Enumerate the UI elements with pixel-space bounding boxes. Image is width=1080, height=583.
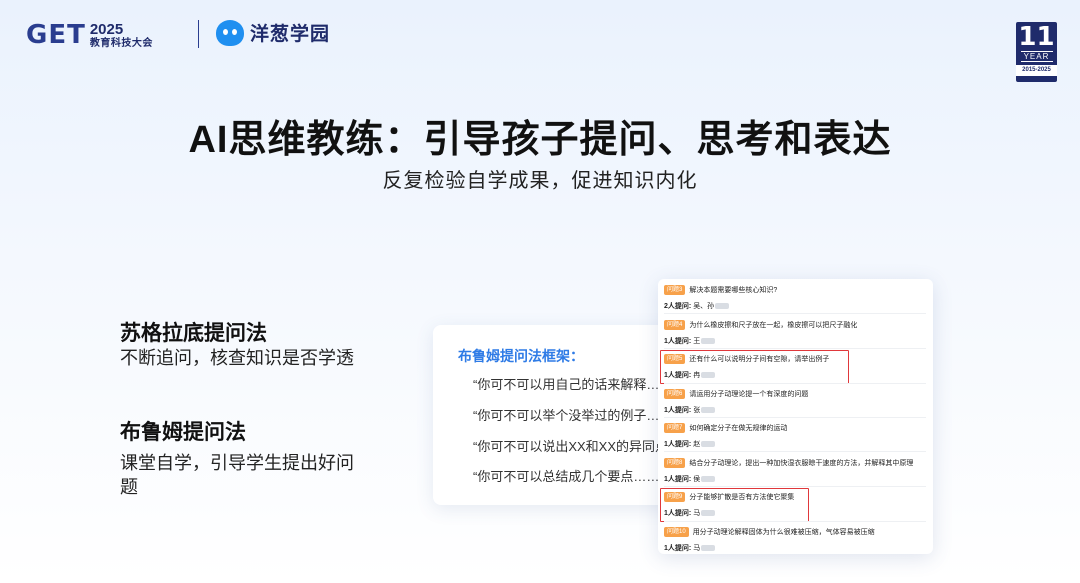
student-questions-panel: 问题3 解决本题需要哪些核心知识? 2人提问: 吴、孙 问题4 为什么橡皮擦和尺子放… [658, 279, 933, 554]
divider [664, 521, 926, 522]
anniversary-badge: 11 YEAR 2015-2025 [1016, 22, 1057, 82]
question-item[interactable]: 问题10 用分子动理论解释固体为什么很难被压缩，气体容易被压缩 1人提问: 马 [664, 527, 926, 553]
question-text: 为什么橡皮擦和尺子放在一起，橡皮擦可以把尺子融化 [689, 322, 858, 329]
page-title: AI思维教练：引导孩子提问、思考和表达 [188, 119, 892, 161]
question-tag: 问题10 [664, 527, 689, 537]
page-subtitle: 反复检验自学成果，促进知识内化 [382, 170, 698, 192]
redacted-name [701, 545, 716, 552]
question-item[interactable]: 问题8 结合分子动理论，提出一种加快湿衣服晾干速度的方法，并解释其中原理 1人提问… [664, 458, 926, 484]
question-text: 请运用分子动理论提一个有深度的问题 [689, 391, 809, 398]
question-text: 结合分子动理论，提出一种加快湿衣服晾干速度的方法，并解释其中原理 [689, 460, 914, 467]
redacted-name [701, 338, 716, 345]
get-logo: GET 2025 教育科技大会 [26, 18, 186, 52]
bloom-framework-title: 布鲁姆提问法框架： [458, 348, 584, 364]
question-tag: 问题7 [664, 423, 686, 433]
badge-number: 11 [1018, 22, 1055, 52]
divider [664, 451, 926, 452]
asker-names: 王 [693, 338, 701, 345]
badge-range: 2015-2025 [1016, 65, 1057, 76]
partner-name: 洋葱学园 [250, 24, 331, 45]
asker-count: 1人提问: [664, 338, 692, 345]
method-desc-socratic: 不断追问，核查知识是否学透 [120, 348, 354, 368]
asker-names: 马 [693, 545, 701, 552]
question-tag: 问题8 [664, 458, 686, 468]
question-text: 如何确定分子在做无规律的运动 [689, 425, 788, 432]
divider [664, 417, 926, 418]
question-item[interactable]: 问题4 为什么橡皮擦和尺子放在一起，橡皮擦可以把尺子融化 1人提问: 王 [664, 320, 926, 346]
question-text: 用分子动理论解释固体为什么很难被压缩，气体容易被压缩 [692, 529, 875, 536]
redacted-name [715, 303, 730, 310]
bloom-question: “你可不可以总结成几个要点…… [473, 469, 660, 484]
badge-label: YEAR [1020, 51, 1053, 62]
redacted-name [701, 476, 716, 483]
highlight-box [660, 488, 809, 522]
question-tag: 问题4 [664, 320, 686, 330]
method-title-socratic: 苏格拉底提问法 [120, 322, 267, 345]
get-logo-year: 2025 [89, 20, 124, 38]
question-item[interactable]: 问题3 解决本题需要哪些核心知识? 2人提问: 吴、孙 [664, 285, 926, 311]
divider [664, 348, 926, 349]
redacted-name [701, 407, 716, 414]
asker-names: 吴、孙 [693, 303, 715, 310]
asker-count: 2人提问: [664, 303, 692, 310]
highlight-box [660, 350, 849, 384]
partner-logo: 洋葱学园 [216, 19, 330, 46]
asker-count: 1人提问: [664, 545, 692, 552]
get-logo-letters: GET [26, 20, 86, 50]
question-tag: 问题6 [664, 389, 686, 399]
question-tag: 问题3 [664, 285, 686, 295]
question-item[interactable]: 问题7 如何确定分子在做无规律的运动 1人提问: 赵 [664, 423, 926, 449]
asker-count: 1人提问: [664, 441, 692, 448]
question-item[interactable]: 问题6 请运用分子动理论提一个有深度的问题 1人提问: 张 [664, 389, 926, 415]
get-logo-subtitle: 教育科技大会 [89, 37, 153, 49]
logo-divider [198, 20, 199, 48]
onion-mascot-icon [216, 19, 244, 46]
asker-names: 张 [693, 407, 701, 414]
bloom-question: “你可不可以用自己的话来解释…… [473, 377, 673, 392]
asker-count: 1人提问: [664, 407, 692, 414]
method-title-bloom: 布鲁姆提问法 [120, 421, 246, 444]
method-desc-bloom: 课堂自学，引导学生提出好问题 [120, 453, 354, 497]
divider [664, 313, 926, 314]
redacted-name [701, 441, 716, 448]
divider [664, 383, 926, 384]
asker-names: 侯 [693, 476, 701, 483]
divider [664, 486, 926, 487]
asker-count: 1人提问: [664, 476, 692, 483]
question-text: 解决本题需要哪些核心知识? [689, 287, 778, 294]
bloom-question: “你可不可以举个没举过的例子…… [473, 408, 673, 423]
asker-names: 赵 [693, 441, 701, 448]
